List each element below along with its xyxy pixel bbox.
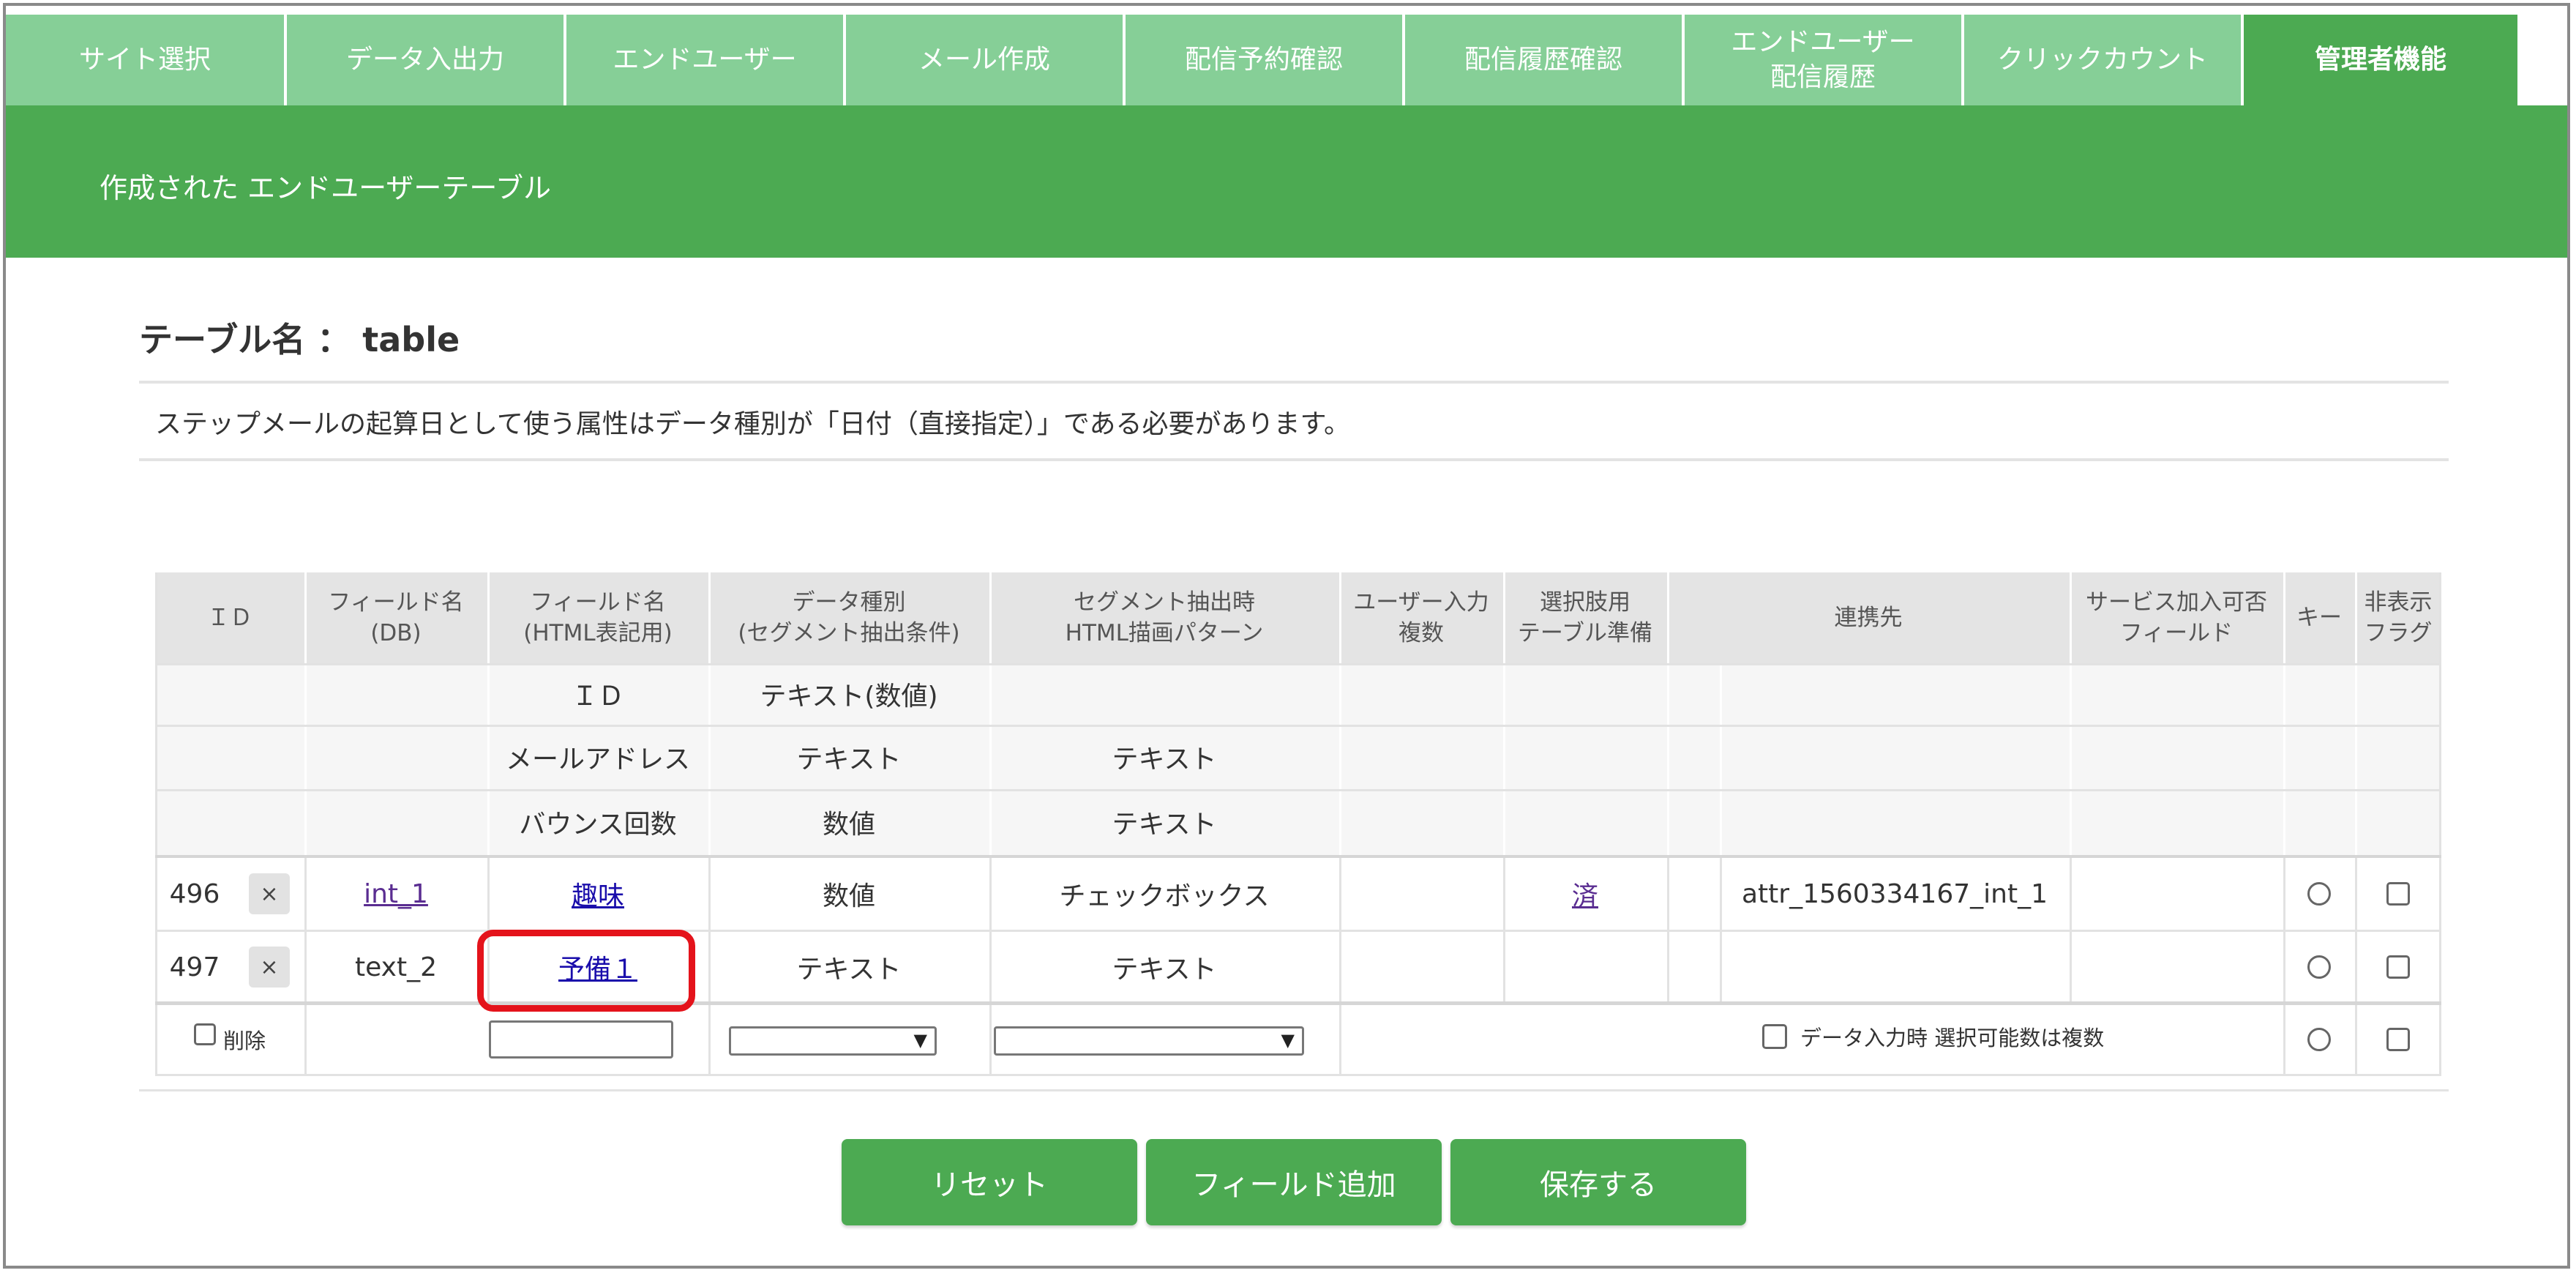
col-header-key: キー (2296, 605, 2342, 631)
fixed-row-data-type: テキスト(数値) (760, 682, 938, 712)
delete-row-button[interactable]: × (249, 873, 290, 914)
multi-select-option: データ入力時 選択可能数は複数 (1503, 1005, 2283, 1074)
fixed-row-data-type: テキスト (796, 744, 902, 774)
row-data-type: 数値 (822, 881, 875, 911)
row-choice-link[interactable]: 済 (1572, 875, 1598, 913)
tab-site-select[interactable]: サイト選択 (6, 15, 287, 105)
row-data-type: テキスト (796, 955, 902, 985)
table-name-heading: テーブル名 ： table (139, 320, 460, 359)
col-header-segment: セグメント抽出時 HTML描画パターン (1065, 589, 1264, 646)
multi-select-checkbox[interactable] (1762, 1024, 1787, 1049)
row-html-name-link[interactable]: 趣味 (572, 875, 624, 913)
row-db-name-cell: int_1 (304, 858, 487, 930)
field-table: ＩＤ フィールド名 (DB) フィールド名 (HTML表記用) データ種別 (セ… (155, 572, 2441, 1076)
row-html-name-link[interactable]: 予備１ (558, 948, 637, 986)
divider (139, 381, 2449, 384)
row-hidden-cell (2355, 858, 2441, 930)
divider (139, 458, 2449, 461)
col-header-service: サービス加入可否 フィールド (2086, 589, 2267, 646)
row-delete-cell: × (234, 858, 304, 930)
row-delete-cell: × (234, 932, 304, 1002)
fixed-row-segment: テキスト (1112, 810, 1217, 840)
key-radio[interactable] (2307, 882, 2331, 906)
row-key-cell (2283, 932, 2355, 1002)
fixed-row-segment (989, 663, 1339, 725)
add-field-button[interactable]: フィールド追加 (1146, 1139, 1442, 1225)
row-choice-cell: 済 (1503, 858, 1667, 930)
row-key-cell (2283, 858, 2355, 930)
tab-admin[interactable]: 管理者機能 (2244, 15, 2520, 105)
multi-select-label: データ入力時 選択可能数は複数 (1800, 1026, 2105, 1050)
delete-label: 削除 (222, 1029, 266, 1053)
new-row-hidden-cell (2355, 1005, 2441, 1074)
fixed-row-data-type: 数値 (822, 810, 875, 840)
hidden-flag-checkbox[interactable] (2386, 1028, 2410, 1051)
tab-data-io[interactable]: データ入出力 (287, 15, 566, 105)
fixed-row-segment: テキスト (1112, 744, 1217, 774)
top-nav-tabs: サイト選択 データ入出力 エンドユーザー メール作成 配信予約確認 配信履歴確認… (6, 15, 2567, 105)
row-segment: チェックボックス (1059, 881, 1270, 911)
new-row-delete-cell: 削除 (155, 1005, 304, 1074)
hidden-flag-checkbox[interactable] (2386, 882, 2410, 906)
fixed-row-html-name: メールアドレス (505, 744, 690, 774)
new-field-name-input[interactable] (489, 1020, 673, 1059)
key-radio[interactable] (2307, 955, 2331, 979)
col-header-id: ＩＤ (207, 605, 252, 631)
key-radio[interactable] (2307, 1028, 2331, 1051)
window-frame: サイト選択 データ入出力 エンドユーザー メール作成 配信予約確認 配信履歴確認… (3, 3, 2570, 1269)
new-segment-select[interactable]: ▼ (994, 1026, 1304, 1056)
tab-delivery-history[interactable]: 配信履歴確認 (1405, 15, 1685, 105)
row-link-dest: attr_1560334167_int_1 (1742, 878, 2048, 909)
row-html-name-cell: 予備１ (487, 932, 708, 1002)
col-header-field-db: フィールド名 (DB) (328, 589, 464, 646)
tab-delivery-reservation[interactable]: 配信予約確認 (1126, 15, 1405, 105)
row-html-name-cell: 趣味 (487, 858, 708, 930)
reset-button[interactable]: リセット (842, 1139, 1137, 1225)
banner-title: 作成された エンドユーザーテーブル (100, 172, 552, 204)
col-header-user-input: ユーザー入力 複数 (1353, 589, 1489, 646)
col-header-choice: 選択肢用 テーブル準備 (1517, 589, 1653, 646)
hidden-flag-checkbox[interactable] (2386, 955, 2410, 979)
tab-mail-create[interactable]: メール作成 (846, 15, 1126, 105)
tab-end-user[interactable]: エンドユーザー (566, 15, 846, 105)
new-data-type-select[interactable]: ▼ (729, 1026, 937, 1056)
tab-click-count[interactable]: クリックカウント (1964, 15, 2244, 105)
row-db-name-link[interactable]: int_1 (364, 879, 428, 909)
fixed-row-html-name: バウンス回数 (519, 810, 677, 840)
fixed-row-html-name: ＩＤ (571, 682, 624, 712)
notice-text: ステップメールの起算日として使う属性はデータ種別が「日付（直接指定）」である必要… (155, 409, 1350, 439)
row-segment: テキスト (1112, 955, 1217, 985)
col-header-hidden: 非表示 フラグ (2364, 589, 2433, 646)
row-db-name: text_2 (355, 952, 437, 982)
row-id: 496 (169, 878, 220, 909)
section-banner: 作成された エンドユーザーテーブル (6, 105, 2567, 258)
col-header-link-dest: 連携先 (1834, 605, 1903, 631)
row-id: 497 (169, 952, 220, 982)
save-button[interactable]: 保存する (1450, 1139, 1746, 1225)
col-header-field-html: フィールド名 (HTML表記用) (523, 589, 673, 646)
new-row-key-cell (2283, 1005, 2355, 1074)
divider (139, 1089, 2449, 1091)
delete-checkbox[interactable] (193, 1023, 216, 1045)
col-header-data-type: データ種別 (セグメント抽出条件) (738, 589, 960, 646)
row-hidden-cell (2355, 932, 2441, 1002)
delete-row-button[interactable]: × (249, 947, 290, 988)
tab-end-user-history[interactable]: エンドユーザー 配信履歴 (1685, 15, 1964, 105)
